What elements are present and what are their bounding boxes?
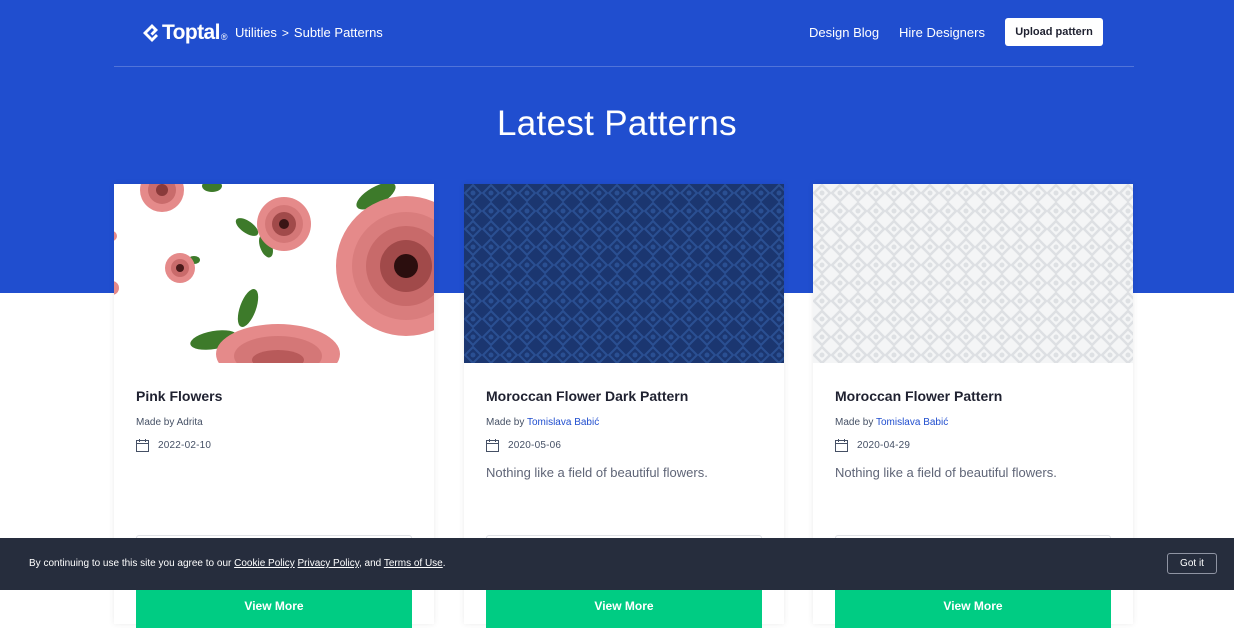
- author-link[interactable]: Tomislava Babić: [876, 417, 948, 428]
- cookie-policy-link[interactable]: Cookie Policy: [234, 558, 295, 569]
- moroccan-dark-thumbnail[interactable]: [464, 184, 784, 363]
- card-date-row: 2022-02-10: [136, 439, 211, 452]
- cookie-banner: By continuing to use this site you agree…: [0, 538, 1234, 590]
- terms-of-use-link[interactable]: Terms of Use: [384, 558, 443, 569]
- breadcrumb: Utilities > Subtle Patterns: [235, 25, 383, 40]
- nav-design-blog[interactable]: Design Blog: [809, 25, 879, 40]
- upload-pattern-button[interactable]: Upload pattern: [1005, 18, 1103, 46]
- chevron-right-icon: >: [281, 25, 289, 40]
- calendar-icon: [136, 439, 149, 452]
- card-date-row: 2020-05-06: [486, 439, 561, 452]
- logo-trademark: ®: [220, 32, 228, 42]
- author-name: Adrita: [176, 417, 203, 428]
- got-it-button[interactable]: Got it: [1167, 553, 1217, 574]
- card-date-row: 2020-04-29: [835, 439, 910, 452]
- privacy-policy-link[interactable]: Privacy Policy: [298, 558, 360, 569]
- pink-flowers-thumbnail[interactable]: [114, 184, 434, 363]
- calendar-icon: [486, 439, 499, 452]
- card-author: Made by Tomislava Babić: [486, 417, 599, 428]
- view-more-button[interactable]: View More: [136, 588, 412, 628]
- cookie-banner-text: By continuing to use this site you agree…: [29, 558, 446, 569]
- page-title: Latest Patterns: [497, 104, 737, 143]
- toptal-logo-icon: [143, 24, 158, 42]
- made-by-label: Made by: [136, 417, 177, 428]
- moroccan-light-thumbnail[interactable]: [813, 184, 1133, 363]
- card-date: 2020-05-06: [508, 440, 562, 451]
- breadcrumb-subtle-patterns[interactable]: Subtle Patterns: [294, 25, 383, 40]
- card-title[interactable]: Moroccan Flower Dark Pattern: [486, 388, 688, 404]
- cookie-text-period: .: [442, 558, 446, 569]
- author-link[interactable]: Tomislava Babić: [527, 417, 599, 428]
- card-author: Made by Adrita: [136, 417, 203, 428]
- card-description: Nothing like a field of beautiful flower…: [486, 465, 708, 480]
- card-date: 2020-04-29: [857, 440, 911, 451]
- view-more-button[interactable]: View More: [835, 588, 1111, 628]
- cookie-text-and: , and: [359, 558, 384, 569]
- calendar-icon: [835, 439, 848, 452]
- made-by-label: Made by: [835, 417, 876, 428]
- card-date: 2022-02-10: [158, 440, 212, 451]
- toptal-logo[interactable]: Toptal ®: [143, 20, 227, 46]
- nav-hire-designers[interactable]: Hire Designers: [899, 25, 985, 40]
- card-description: Nothing like a field of beautiful flower…: [835, 465, 1057, 480]
- view-more-button[interactable]: View More: [486, 588, 762, 628]
- card-title[interactable]: Pink Flowers: [136, 388, 222, 404]
- card-title[interactable]: Moroccan Flower Pattern: [835, 388, 1002, 404]
- card-author: Made by Tomislava Babić: [835, 417, 948, 428]
- cookie-text-intro: By continuing to use this site you agree…: [29, 558, 235, 569]
- top-header: Toptal ® Utilities > Subtle Patterns Des…: [114, 0, 1134, 67]
- breadcrumb-utilities[interactable]: Utilities: [235, 25, 277, 40]
- logo-text: Toptal: [162, 21, 220, 44]
- made-by-label: Made by: [486, 417, 527, 428]
